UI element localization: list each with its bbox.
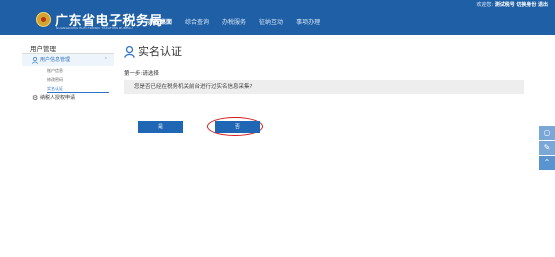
yes-button[interactable]: 是 bbox=[138, 121, 183, 133]
nav-comprehensive-query[interactable]: 综合查询 bbox=[185, 17, 209, 29]
sidebar-group-user-info[interactable]: 用户信息管理 ⌃ bbox=[22, 54, 114, 66]
main-content: 实名认证 第一步:请选择 您是否已经在税务机关前台进行过实名信息采集? 是 否 bbox=[124, 44, 524, 136]
chat-icon[interactable]: ○ bbox=[539, 126, 555, 140]
feedback-icon[interactable]: ✎ bbox=[539, 141, 555, 155]
header-bar: 欢迎您: 测试税号 切换身份 退出 广东省电子税务局 GUANGDONG ELE… bbox=[0, 0, 555, 35]
welcome-text: 欢迎您: bbox=[476, 2, 494, 8]
page-title-text: 实名认证 bbox=[138, 45, 182, 58]
user-icon bbox=[32, 57, 38, 64]
top-user-bar: 欢迎您: 测试税号 切换身份 退出 bbox=[476, 1, 548, 9]
tax-bureau-logo bbox=[36, 12, 51, 27]
floating-toolbar: ○ ✎ ⌃ bbox=[539, 126, 555, 171]
main-nav: 办税桌面 综合查询 办税服务 征纳互动 事项办理 bbox=[148, 17, 333, 29]
page-title: 实名认证 bbox=[124, 44, 524, 60]
nav-tax-desktop[interactable]: 办税桌面 bbox=[148, 17, 172, 29]
sidebar-sublist: 账户信息 修改密码 实名认证 bbox=[22, 66, 114, 93]
sidebar-header: 用户管理 bbox=[22, 44, 114, 54]
sidebar-item-taxpayer-authorization[interactable]: ⚙ 纳税人授权申请 bbox=[22, 93, 114, 104]
gear-icon: ⚙ bbox=[32, 94, 39, 102]
switch-identity-link[interactable]: 切换身份 bbox=[516, 2, 536, 8]
nav-interaction[interactable]: 征纳互动 bbox=[259, 17, 283, 29]
sidebar-item-change-password[interactable]: 修改密码 bbox=[47, 75, 114, 84]
site-subtitle: GUANGDONG ELECTRONIC TAXATION BUREAU bbox=[56, 26, 133, 30]
user-name-link[interactable]: 测试税号 bbox=[495, 2, 515, 8]
question-box: 您是否已经在税务机关前台进行过实名信息采集? bbox=[124, 80, 524, 94]
sidebar-item-real-name-auth[interactable]: 实名认证 bbox=[47, 84, 109, 93]
sidebar-item-label: 纳税人授权申请 bbox=[40, 95, 76, 101]
nav-tax-service[interactable]: 办税服务 bbox=[222, 17, 246, 29]
sidebar-group-label: 用户信息管理 bbox=[40, 57, 71, 63]
logout-link[interactable]: 退出 bbox=[538, 2, 548, 8]
sidebar-item-account-info[interactable]: 账户信息 bbox=[47, 66, 114, 75]
chevron-up-icon[interactable]: ⌃ bbox=[104, 54, 108, 66]
back-to-top-icon[interactable]: ⌃ bbox=[539, 156, 555, 170]
step-label: 第一步:请选择 bbox=[124, 71, 159, 77]
sidebar: 用户管理 用户信息管理 ⌃ 账户信息 修改密码 实名认证 ⚙ 纳税人授权申请 bbox=[22, 44, 114, 104]
no-button[interactable]: 否 bbox=[215, 121, 260, 133]
user-icon bbox=[124, 46, 135, 58]
nav-matters[interactable]: 事项办理 bbox=[296, 17, 320, 29]
